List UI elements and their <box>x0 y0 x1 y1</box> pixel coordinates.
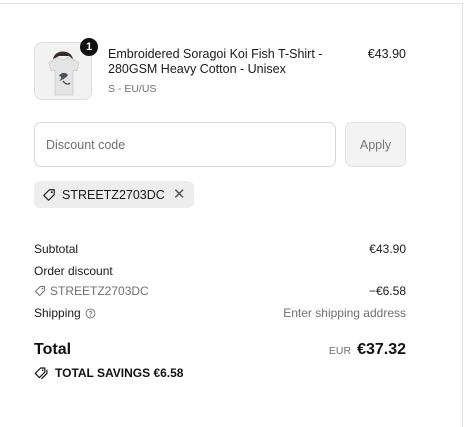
tag-icon <box>35 286 45 296</box>
quantity-badge: 1 <box>80 38 98 56</box>
product-variant: S - EU/US <box>108 83 157 95</box>
close-icon[interactable]: ✕ <box>173 187 186 202</box>
product-title: Embroidered Soragoi Koi Fish T-Shirt - 2… <box>108 47 323 76</box>
order-discount-value: −€6.58 <box>368 284 406 298</box>
subtotal-value: €43.90 <box>369 242 406 256</box>
order-discount-label-row: Order discount <box>34 264 406 278</box>
total-savings: TOTAL SAVINGS €6.58 <box>34 366 183 380</box>
applied-discount-chip: STREETZ2703DC ✕ <box>34 181 195 208</box>
discount-code-input[interactable] <box>34 122 336 167</box>
product-price: €43.90 <box>367 47 406 61</box>
order-discount-code: STREETZ2703DC <box>50 284 149 298</box>
total-value-group: EUR €37.32 <box>329 341 406 359</box>
section-divider <box>0 3 463 4</box>
currency-code: EUR <box>328 345 352 357</box>
subtotal-label: Subtotal <box>34 242 79 256</box>
order-discount-label: Order discount <box>34 264 113 278</box>
tags-icon <box>34 367 48 380</box>
total-label: Total <box>34 341 72 358</box>
order-discount-code-group: STREETZ2703DC <box>34 284 149 298</box>
shipping-label-group: Shipping <box>34 306 96 320</box>
tag-icon <box>43 188 55 201</box>
help-circle-icon[interactable] <box>85 308 96 319</box>
panel-border <box>462 3 463 427</box>
shipping-value: Enter shipping address <box>283 306 406 320</box>
order-discount-row: STREETZ2703DC −€6.58 <box>34 284 406 300</box>
shipping-label: Shipping <box>34 306 81 320</box>
apply-discount-button[interactable]: Apply <box>345 122 406 167</box>
applied-discount-code: STREETZ2703DC <box>62 187 165 202</box>
line-item: 1 Embroidered Soragoi Koi Fish T-Shirt -… <box>34 38 406 102</box>
shipping-row: Shipping Enter shipping address <box>34 306 406 320</box>
subtotal-row: Subtotal €43.90 <box>34 242 406 256</box>
total-value: €37.32 <box>357 341 406 358</box>
total-savings-label: TOTAL SAVINGS €6.58 <box>55 366 184 380</box>
